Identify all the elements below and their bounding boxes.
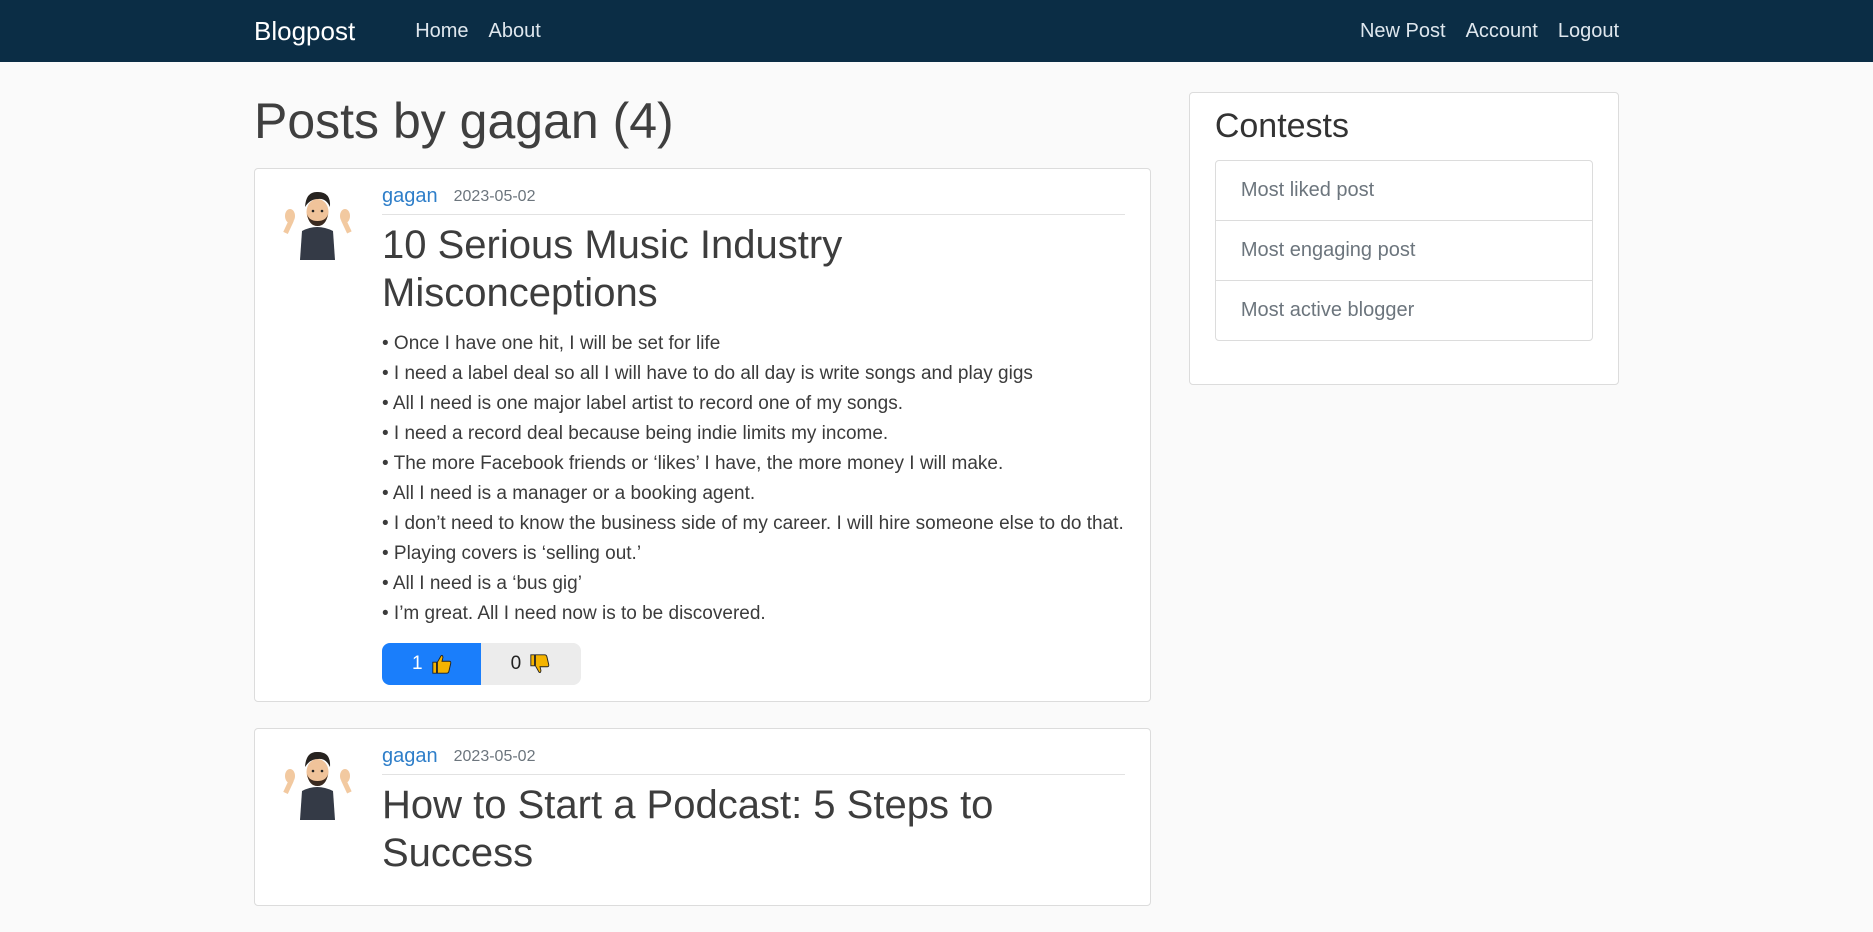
- nav-link-logout[interactable]: Logout: [1558, 20, 1619, 43]
- navbar-left: Blogpost Home About: [254, 16, 541, 47]
- post-body: gagan 2023-05-02 10 Serious Music Indust…: [382, 185, 1125, 685]
- post-author-link[interactable]: gagan: [382, 745, 438, 768]
- thumbs-up-icon: [431, 655, 451, 674]
- nav-link-account[interactable]: Account: [1466, 20, 1538, 43]
- navbar-inner: Blogpost Home About New Post Account Log…: [246, 16, 1627, 47]
- post-date: 2023-05-02: [453, 747, 536, 765]
- main-container: Posts by gagan (4) gagan 2023-05-02 10 S…: [246, 62, 1627, 932]
- post-body: gagan 2023-05-02 How to Start a Podcast:…: [382, 745, 1125, 889]
- memoji-avatar-icon[interactable]: [280, 745, 355, 820]
- post-content-line: • All I need is a ‘bus gig’: [382, 573, 582, 594]
- post-content-line: • I’m great. All I need now is to be dis…: [382, 603, 766, 624]
- contests-list: Most liked post Most engaging post Most …: [1214, 160, 1593, 341]
- post-author-link[interactable]: gagan: [382, 185, 438, 208]
- like-button[interactable]: 1: [382, 643, 481, 685]
- contest-item-most-liked[interactable]: Most liked post: [1215, 161, 1592, 221]
- nav-link-about[interactable]: About: [489, 20, 541, 43]
- post-content-line: • I need a record deal because being ind…: [382, 423, 889, 444]
- post-title[interactable]: 10 Serious Music Industry Misconceptions: [382, 221, 1125, 317]
- post-content-line: • All I need is one major label artist t…: [382, 393, 903, 414]
- post-content: • Once I have one hit, I will be set for…: [382, 329, 1125, 629]
- post-content-line: • Once I have one hit, I will be set for…: [382, 333, 721, 354]
- post-title[interactable]: How to Start a Podcast: 5 Steps to Succe…: [382, 781, 1125, 877]
- brand-link[interactable]: Blogpost: [254, 16, 355, 47]
- post-content-line: • I don’t need to know the business side…: [382, 513, 1124, 534]
- like-count: 1: [412, 653, 423, 674]
- posts-column: Posts by gagan (4) gagan 2023-05-02 10 S…: [254, 62, 1151, 932]
- post-content-line: • All I need is a manager or a booking a…: [382, 483, 756, 504]
- contest-item-most-engaging[interactable]: Most engaging post: [1215, 221, 1592, 281]
- navbar-right: New Post Account Logout: [1340, 20, 1619, 43]
- dislike-button[interactable]: 0: [480, 643, 582, 685]
- post-content-line: • Playing covers is ‘selling out.’: [382, 543, 642, 564]
- sidebar-title: Contests: [1214, 107, 1350, 145]
- contests-sidebar: Contests Most liked post Most engaging p…: [1188, 92, 1619, 385]
- post-date: 2023-05-02: [453, 187, 536, 205]
- dislike-count: 0: [510, 653, 522, 674]
- nav-link-new-post[interactable]: New Post: [1360, 20, 1446, 43]
- memoji-avatar-icon[interactable]: [280, 185, 355, 260]
- top-navbar: Blogpost Home About New Post Account Log…: [0, 0, 1873, 62]
- post-meta: gagan 2023-05-02: [382, 185, 1125, 215]
- post-content-line: • The more Facebook friends or ‘likes’ I…: [382, 453, 1004, 474]
- thumbs-down-icon: [530, 654, 550, 673]
- post-card: gagan 2023-05-02 How to Start a Podcast:…: [254, 728, 1151, 906]
- post-meta: gagan 2023-05-02: [382, 745, 1125, 775]
- post-card: gagan 2023-05-02 10 Serious Music Indust…: [254, 168, 1151, 702]
- post-content-line: • I need a label deal so all I will have…: [382, 363, 1033, 384]
- nav-link-home[interactable]: Home: [415, 20, 468, 43]
- vote-buttons: 1 0: [382, 643, 1125, 685]
- contest-item-most-active[interactable]: Most active blogger: [1216, 281, 1592, 340]
- page-title: Posts by gagan (4): [254, 93, 674, 149]
